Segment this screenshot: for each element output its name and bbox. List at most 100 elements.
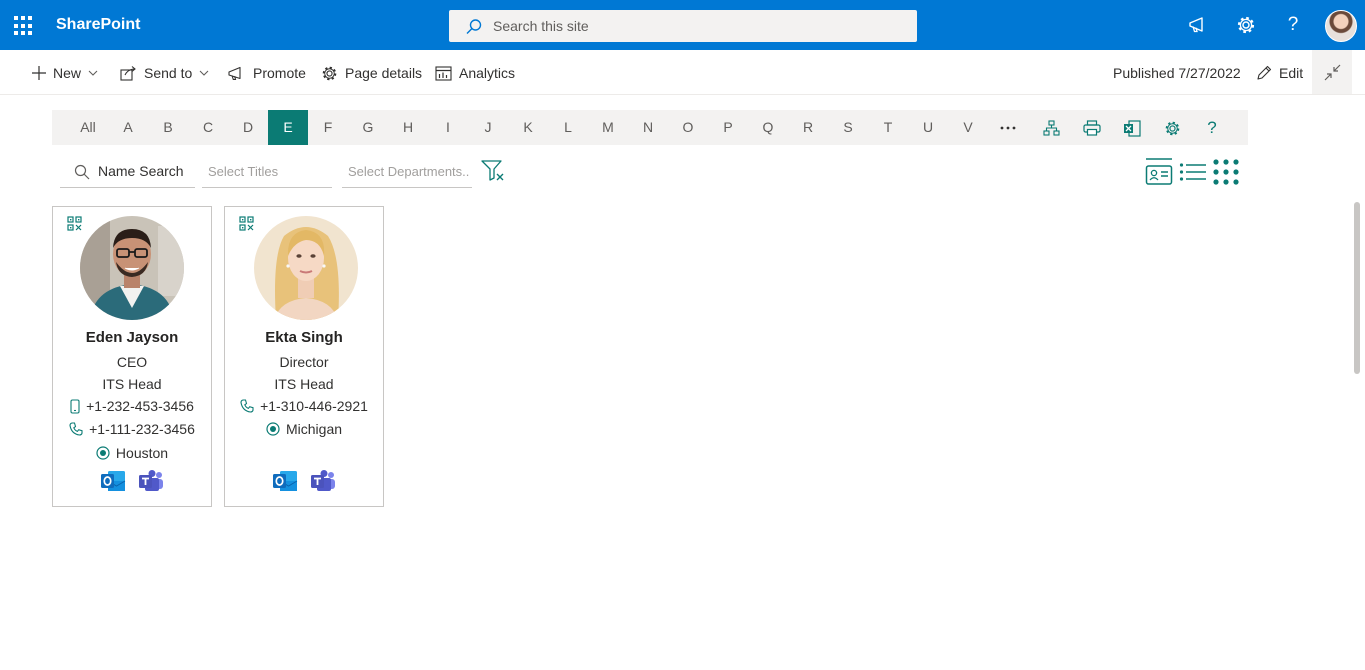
collapse-icon [1324, 64, 1340, 80]
profile-photo [80, 216, 184, 320]
suite-bar: SharePoint ? [0, 0, 1365, 50]
analytics-icon [435, 65, 452, 81]
letter-filter-r[interactable]: R [788, 110, 828, 145]
location-icon [96, 446, 110, 460]
chevron-down-icon [88, 70, 98, 76]
search-icon [466, 19, 482, 34]
collapse-button[interactable] [1312, 50, 1352, 94]
name-search-field[interactable] [60, 156, 195, 188]
org-chart-icon[interactable] [1041, 118, 1061, 138]
analytics-label: Analytics [459, 65, 516, 81]
published-status: Published 7/27/2022 [1113, 65, 1241, 81]
letter-filter-j[interactable]: J [468, 110, 508, 145]
titles-select[interactable] [202, 156, 332, 188]
letter-filter-m[interactable]: M [588, 110, 628, 145]
waffle-icon[interactable] [14, 16, 34, 36]
letter-filter-h[interactable]: H [388, 110, 428, 145]
pencil-icon [1257, 65, 1272, 80]
site-search-input[interactable] [493, 10, 893, 42]
list-view-icon[interactable] [1179, 158, 1207, 186]
location-row: Houston [53, 445, 211, 461]
app-links [53, 469, 211, 493]
command-bar: New Send to Promote Page details Analyti… [0, 50, 1365, 95]
new-label: New [53, 65, 82, 81]
phone-number: +1-111-232-3456 [89, 421, 195, 437]
letter-filter-a[interactable]: A [108, 110, 148, 145]
letter-filter-g[interactable]: G [348, 110, 388, 145]
person-department: ITS Head [102, 376, 162, 392]
analytics-button[interactable]: Analytics [435, 63, 515, 83]
help-icon[interactable]: ? [1282, 14, 1304, 36]
print-icon[interactable] [1082, 118, 1102, 138]
app-links [225, 469, 383, 493]
titles-select-input[interactable] [202, 156, 330, 186]
profile-avatar[interactable] [1325, 10, 1357, 42]
qr-code-icon[interactable] [67, 216, 82, 236]
letter-filter-p[interactable]: P [708, 110, 748, 145]
app-name[interactable]: SharePoint [56, 16, 140, 34]
outlook-icon[interactable] [272, 469, 298, 493]
phone-icon [69, 422, 83, 436]
letter-filter-e[interactable]: E [268, 110, 308, 145]
letter-filter-u[interactable]: U [908, 110, 948, 145]
letter-filter-v[interactable]: V [948, 110, 988, 145]
edit-label: Edit [1279, 65, 1304, 81]
location-row: Michigan [225, 421, 383, 437]
grid-view-icon[interactable] [1212, 158, 1240, 186]
location-icon [266, 422, 280, 436]
letter-filter-i[interactable]: I [428, 110, 468, 145]
edit-button[interactable]: Edit [1256, 63, 1303, 83]
mobile-number: +1-232-453-3456 [86, 398, 194, 414]
phone-row[interactable]: +1-310-446-2921 [225, 398, 383, 414]
person-name: Ekta Singh [265, 329, 343, 346]
mobile-row[interactable]: +1-232-453-3456 [53, 398, 211, 414]
share-icon [120, 65, 136, 81]
phone-row[interactable]: +1-111-232-3456 [53, 421, 211, 437]
letter-filter-all[interactable]: All [68, 110, 108, 145]
clear-filter-icon[interactable] [481, 159, 507, 183]
card-view-icon[interactable] [1145, 158, 1173, 186]
person-title: CEO [116, 354, 148, 370]
teams-icon[interactable] [138, 469, 164, 493]
teams-icon[interactable] [310, 469, 336, 493]
page-details-button[interactable]: Page details [321, 63, 422, 83]
letter-filter-c[interactable]: C [188, 110, 228, 145]
gear-icon[interactable] [1235, 14, 1257, 36]
letter-filter-n[interactable]: N [628, 110, 668, 145]
letter-filter-d[interactable]: D [228, 110, 268, 145]
person-card[interactable]: Eden Jayson CEO ITS Head +1-232-453-3456… [52, 206, 212, 507]
letter-filter-k[interactable]: K [508, 110, 548, 145]
person-card[interactable]: Ekta Singh Director ITS Head +1-310-446-… [224, 206, 384, 507]
person-name: Eden Jayson [85, 329, 179, 346]
letter-filter-f[interactable]: F [308, 110, 348, 145]
letter-filter-b[interactable]: B [148, 110, 188, 145]
megaphone-icon[interactable] [1187, 14, 1209, 36]
megaphone-icon [228, 66, 241, 80]
profile-photo [254, 216, 358, 320]
alphabet-filter-bar: All A B C D E F G H I J K L M N O P Q R … [52, 110, 1248, 145]
search-icon [74, 164, 90, 180]
letter-filter-l[interactable]: L [548, 110, 588, 145]
promote-button[interactable]: Promote [228, 63, 306, 83]
departments-select[interactable] [342, 156, 472, 188]
person-location: Houston [115, 445, 169, 461]
letter-filter-s[interactable]: S [828, 110, 868, 145]
letter-filter-q[interactable]: Q [748, 110, 788, 145]
person-location: Michigan [285, 421, 343, 437]
page-scrollbar[interactable] [1353, 95, 1365, 670]
more-icon[interactable] [998, 118, 1018, 138]
scrollbar-thumb[interactable] [1354, 202, 1360, 374]
person-department: ITS Head [274, 376, 334, 392]
new-button[interactable]: New [32, 63, 98, 83]
site-search-box[interactable] [449, 10, 917, 42]
qr-code-icon[interactable] [239, 216, 254, 236]
send-to-button[interactable]: Send to [120, 63, 209, 83]
settings-icon[interactable] [1162, 118, 1182, 138]
letter-filter-o[interactable]: O [668, 110, 708, 145]
departments-select-input[interactable] [342, 156, 470, 186]
letter-filter-t[interactable]: T [868, 110, 908, 145]
excel-export-icon[interactable] [1122, 118, 1142, 138]
help-icon[interactable]: ? [1202, 118, 1222, 138]
phone-icon [240, 399, 254, 413]
outlook-icon[interactable] [100, 469, 126, 493]
